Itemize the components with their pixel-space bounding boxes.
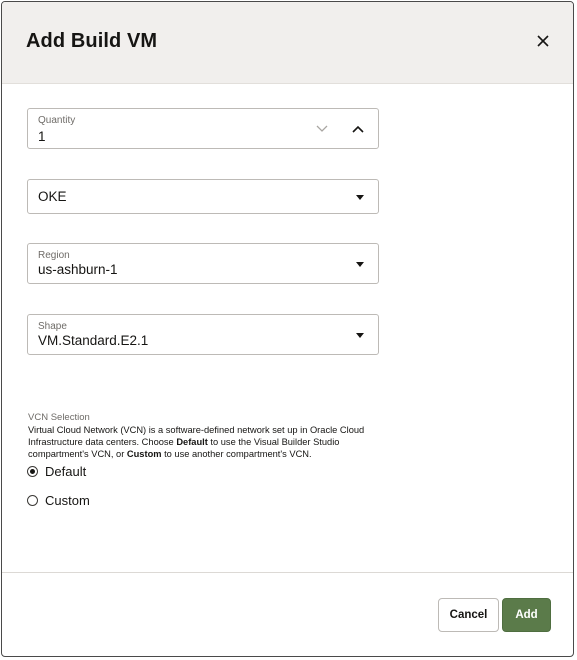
radio-button-custom[interactable]	[27, 495, 38, 506]
image-type-value: OKE	[38, 189, 67, 204]
quantity-value[interactable]: 1	[38, 129, 46, 144]
caret-down-icon	[356, 333, 364, 338]
add-build-vm-dialog: Add Build VM Quantity 1 OKE Region us-as…	[1, 1, 574, 657]
caret-down-icon	[356, 262, 364, 267]
dialog-title: Add Build VM	[26, 30, 158, 52]
shape-label: Shape	[38, 321, 67, 332]
shape-value: VM.Standard.E2.1	[38, 333, 149, 348]
decrement-button[interactable]	[310, 119, 334, 139]
vcn-help-text: Virtual Cloud Network (VCN) is a softwar…	[28, 425, 365, 459]
radio-default-label: Default	[45, 464, 87, 479]
footer-divider	[2, 572, 573, 573]
cancel-button[interactable]: Cancel	[438, 598, 499, 632]
image-type-select[interactable]: OKE	[27, 179, 379, 214]
radio-default[interactable]: Default	[27, 464, 86, 479]
add-button[interactable]: Add	[502, 598, 551, 632]
shape-select[interactable]: Shape VM.Standard.E2.1	[27, 314, 379, 355]
dialog-header: Add Build VM	[2, 2, 573, 84]
chevron-down-icon	[316, 125, 328, 132]
vcn-selection-label: VCN Selection	[28, 412, 90, 423]
radio-button-default[interactable]	[27, 466, 38, 477]
radio-custom[interactable]: Custom	[27, 493, 90, 508]
region-label: Region	[38, 250, 70, 261]
caret-down-icon	[356, 195, 364, 200]
increment-button[interactable]	[346, 119, 370, 139]
quantity-stepper[interactable]: Quantity 1	[27, 108, 379, 149]
close-button[interactable]	[531, 29, 555, 53]
radio-custom-label: Custom	[45, 493, 90, 508]
quantity-label: Quantity	[38, 115, 76, 126]
region-value: us-ashburn-1	[38, 262, 118, 277]
close-icon	[537, 35, 549, 47]
region-select[interactable]: Region us-ashburn-1	[27, 243, 379, 284]
chevron-up-icon	[352, 125, 364, 133]
